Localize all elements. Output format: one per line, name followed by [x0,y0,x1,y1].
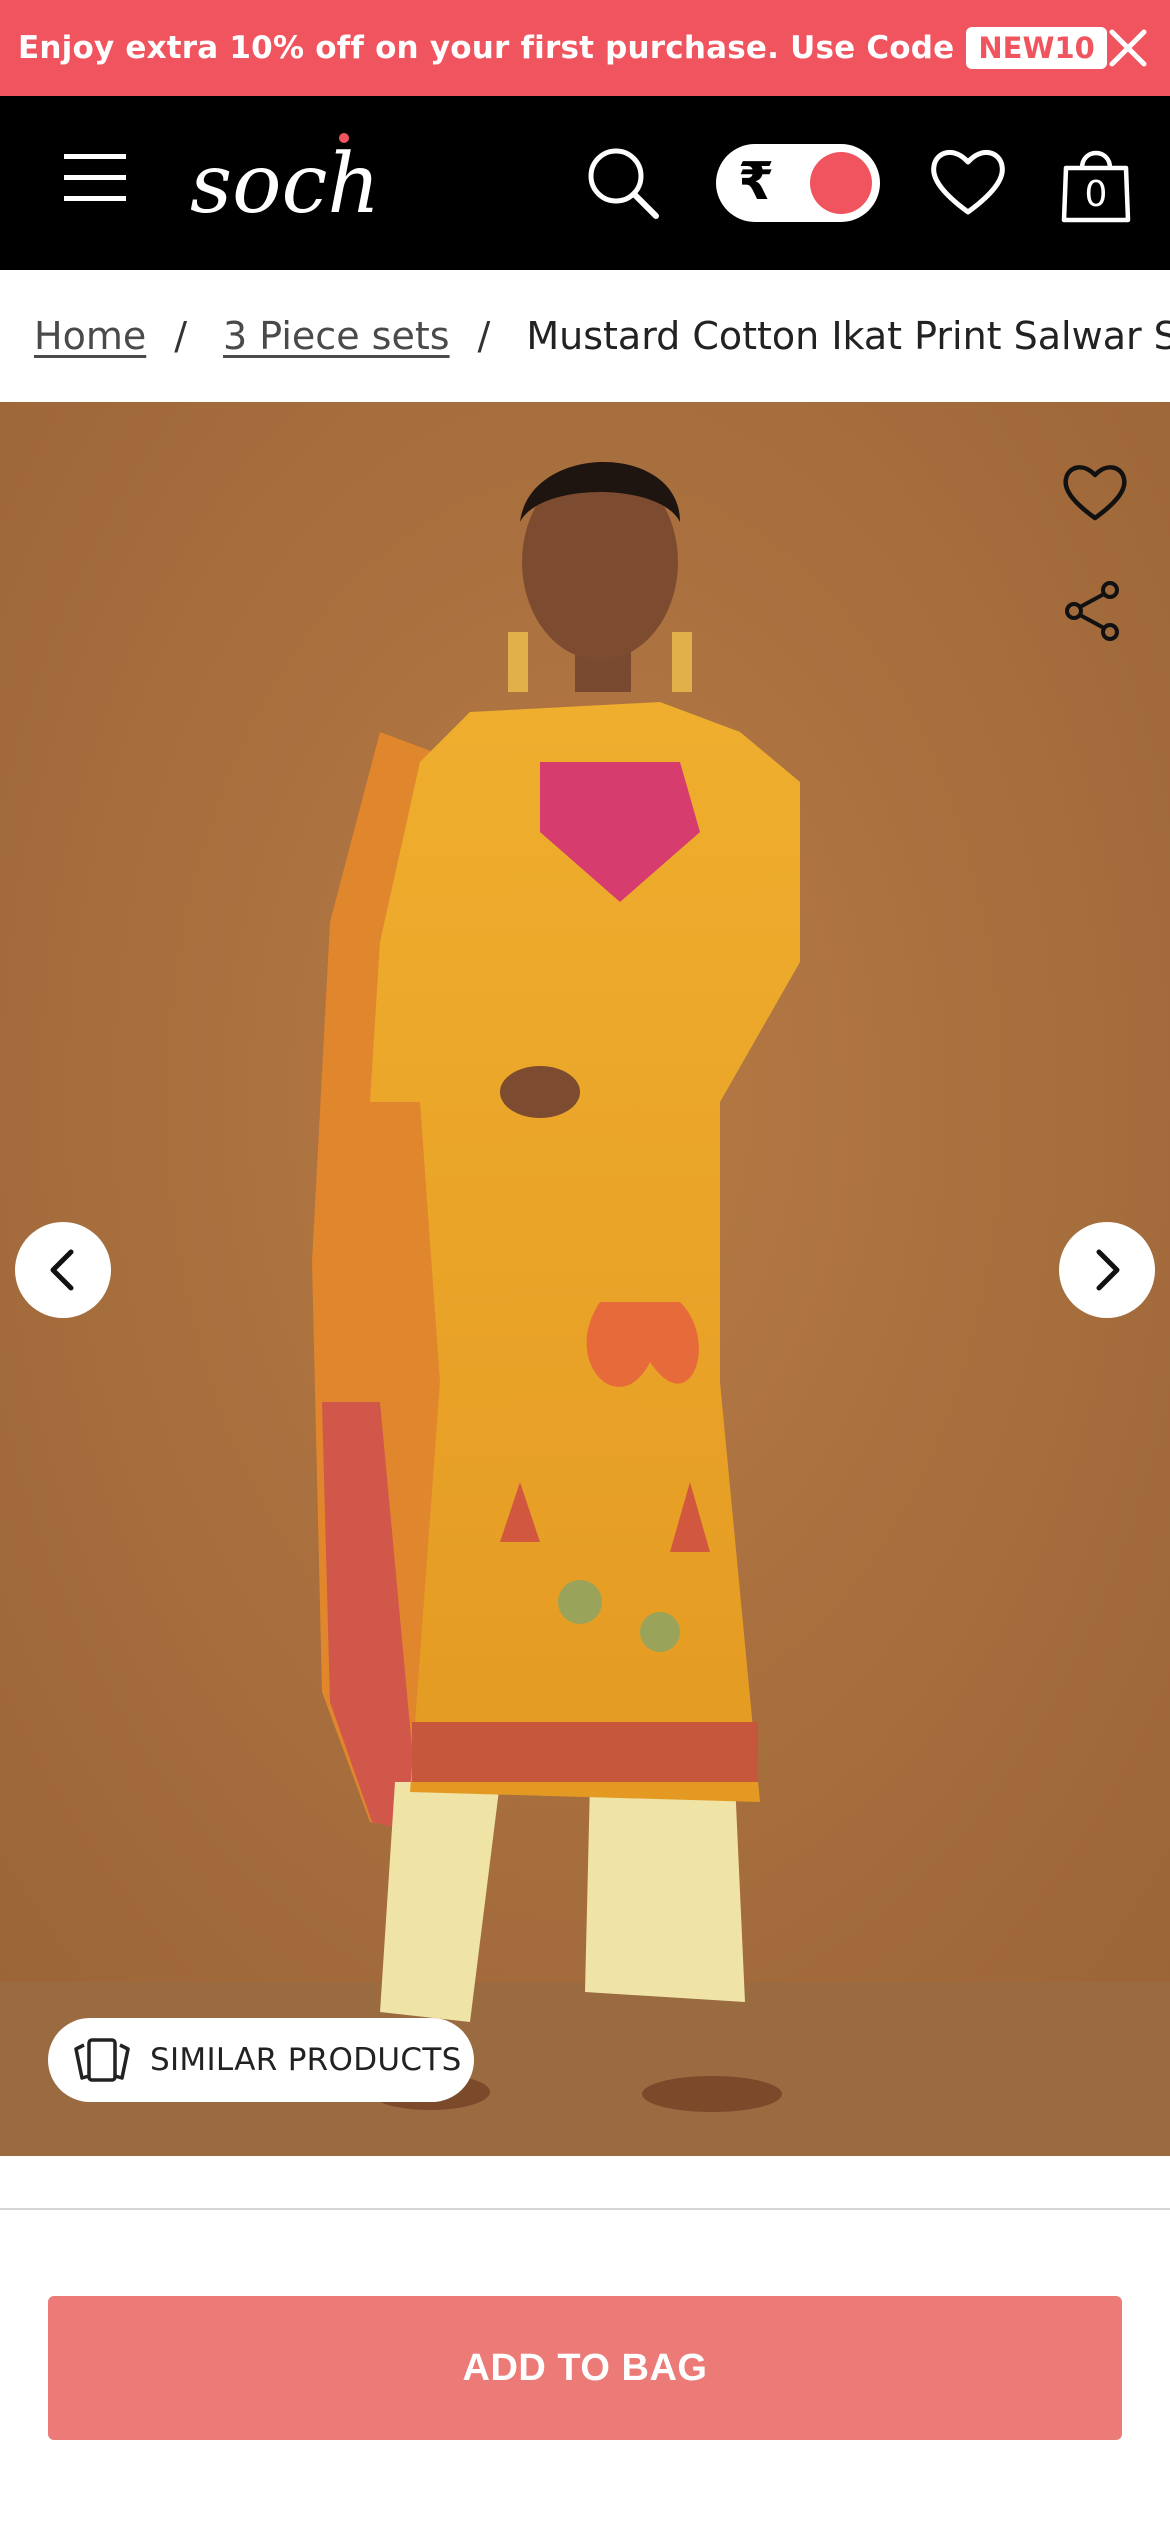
site-header: soch ₹ 0 [0,96,1170,270]
menu-icon[interactable] [62,150,128,206]
bag-icon[interactable]: 0 [1058,142,1134,226]
breadcrumb-category[interactable]: 3 Piece sets [223,314,450,358]
bottom-action-bar: ADD TO BAG [0,2212,1170,2532]
heart-icon[interactable] [928,142,1008,222]
bag-count: 0 [1084,174,1108,215]
breadcrumb-home[interactable]: Home [34,314,146,358]
chevron-left-icon [50,1249,74,1291]
product-info-strip [0,2156,1170,2210]
similar-products-label: SIMILAR PRODUCTS [150,2042,462,2078]
promo-code-badge: NEW10 [966,27,1107,69]
breadcrumb-separator: / [174,314,188,358]
previous-image-button[interactable] [15,1222,111,1318]
currency-toggle[interactable]: ₹ [716,144,880,222]
product-photo [0,402,1170,2156]
search-icon[interactable] [584,144,662,222]
rupee-icon: ₹ [738,152,775,212]
heart-icon[interactable] [1060,460,1130,524]
chevron-right-icon [1096,1249,1120,1291]
close-icon[interactable] [1102,22,1154,74]
toggle-knob [810,152,872,214]
share-icon[interactable] [1064,580,1122,642]
brand-logo[interactable]: soch [188,120,380,240]
promo-text: Enjoy extra 10% off on your first purcha… [18,30,955,66]
breadcrumb-current: Mustard Cotton Ikat Print Salwar Suit [526,314,1170,358]
product-image-gallery[interactable]: SIMILAR PRODUCTS [0,402,1170,2156]
add-to-bag-button[interactable]: ADD TO BAG [48,2296,1122,2440]
add-to-bag-label: ADD TO BAG [462,2346,708,2389]
breadcrumb: Home / 3 Piece sets / Mustard Cotton Ika… [0,270,1170,402]
next-image-button[interactable] [1059,1222,1155,1318]
breadcrumb-separator: / [477,314,491,358]
similar-products-button[interactable]: SIMILAR PRODUCTS [48,2018,474,2102]
similar-products-icon [74,2038,130,2082]
svg-text:soch: soch [190,137,378,232]
promo-banner: Enjoy extra 10% off on your first purcha… [0,0,1170,96]
